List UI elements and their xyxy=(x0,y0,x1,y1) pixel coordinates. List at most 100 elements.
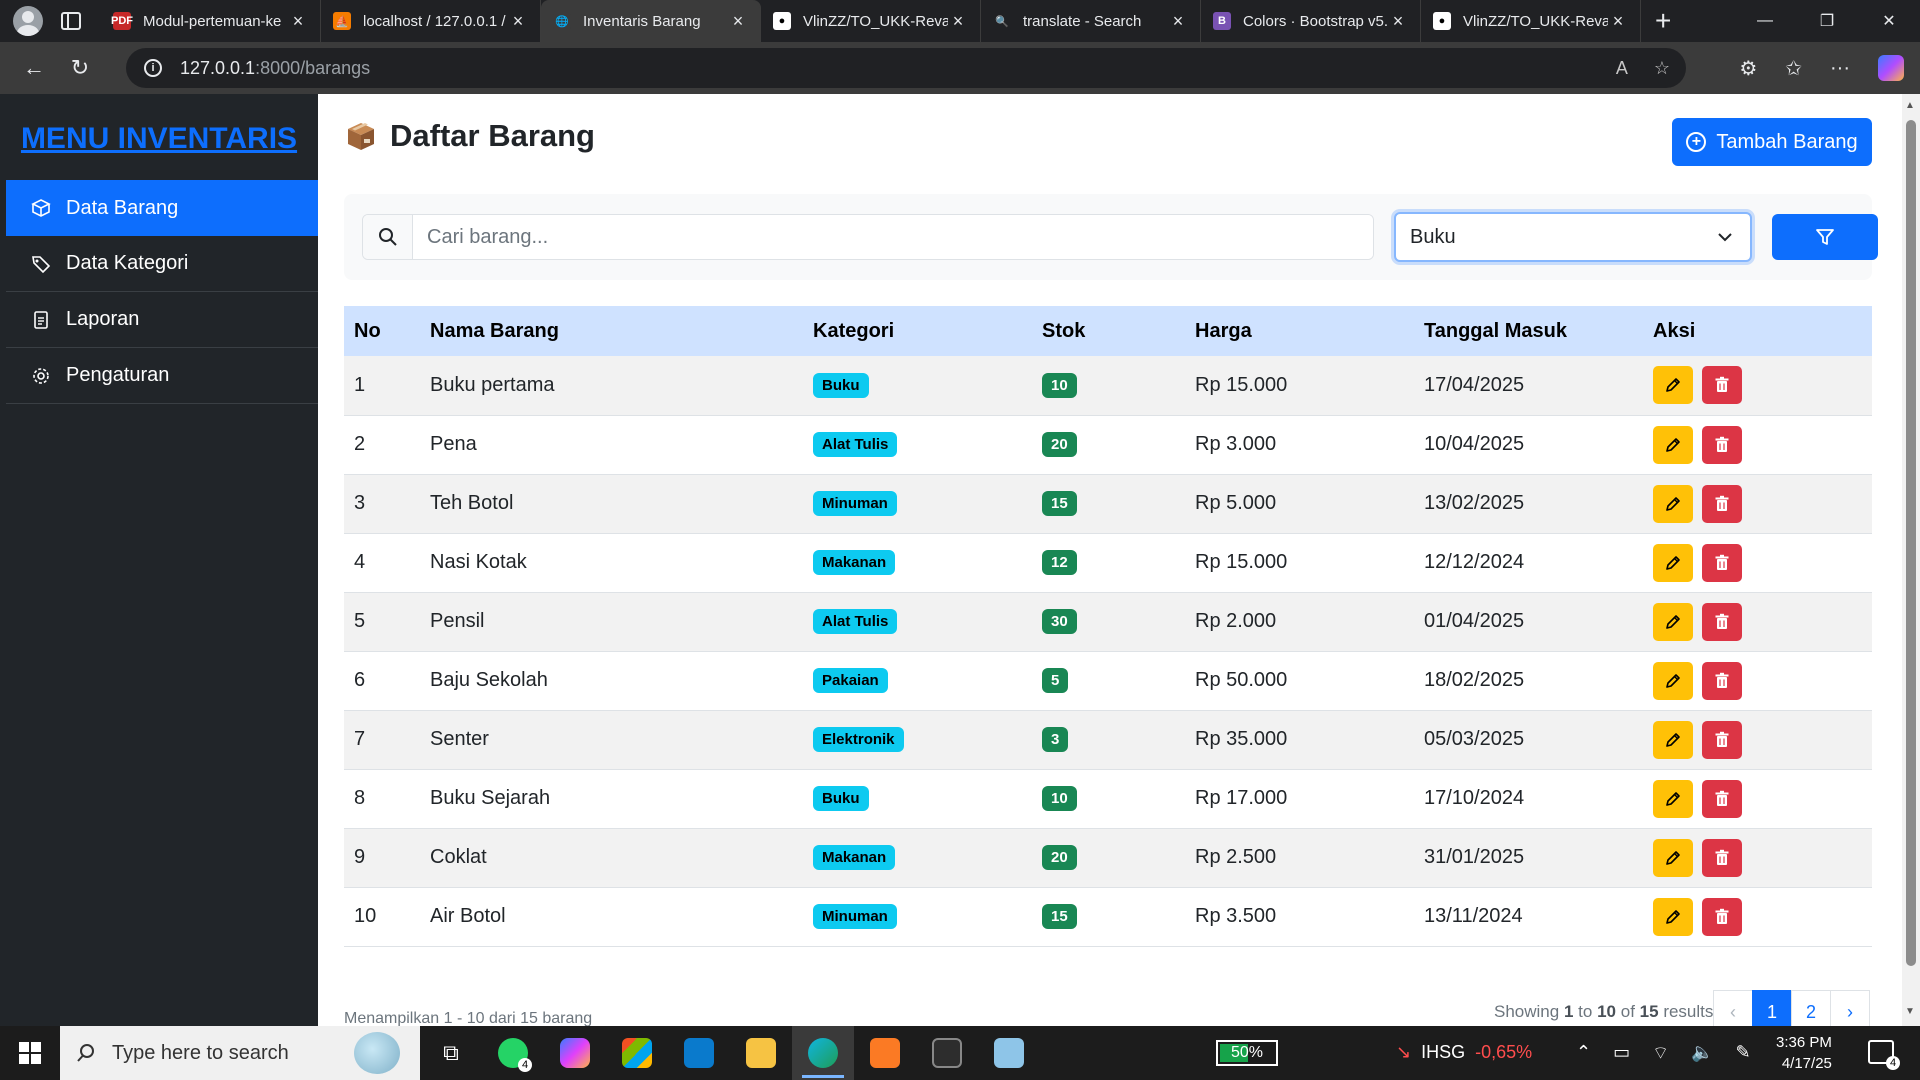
edit-button[interactable] xyxy=(1653,720,1693,759)
delete-button[interactable] xyxy=(1702,838,1742,877)
microsoft-store-icon[interactable] xyxy=(606,1026,668,1080)
battery-tray-icon[interactable]: ▭ xyxy=(1613,1042,1630,1065)
browser-tab[interactable]: B Colors · Bootstrap v5. × xyxy=(1201,0,1421,42)
search-highlight-icon[interactable] xyxy=(354,1032,400,1074)
minimize-icon[interactable]: — xyxy=(1734,0,1796,42)
filter-button[interactable] xyxy=(1772,214,1878,260)
browser-tab[interactable]: 🔍 translate - Search × xyxy=(981,0,1201,42)
read-aloud-icon[interactable]: A xyxy=(1616,58,1628,79)
maximize-icon[interactable]: ❐ xyxy=(1796,0,1858,42)
delete-button[interactable] xyxy=(1702,661,1742,700)
trash-icon xyxy=(1714,849,1730,867)
edit-button[interactable] xyxy=(1653,838,1693,877)
previous-page-button[interactable]: ‹ xyxy=(1713,990,1753,1026)
edit-button[interactable] xyxy=(1653,366,1693,405)
category-badge: Alat Tulis xyxy=(813,432,898,457)
table-row: 2 Pena Alat Tulis 20 Rp 3.000 10/04/2025 xyxy=(344,415,1872,475)
tab-close-icon[interactable]: × xyxy=(728,11,748,32)
edit-button[interactable] xyxy=(1653,779,1693,818)
notifications-icon[interactable]: 4 xyxy=(1868,1040,1900,1070)
cell-aksi xyxy=(1643,415,1872,475)
category-select[interactable]: Buku xyxy=(1394,212,1752,262)
back-arrow-icon[interactable]: ← xyxy=(14,48,54,88)
sidebar-item-laporan[interactable]: Laporan xyxy=(6,292,318,348)
more-options-icon[interactable]: ··· xyxy=(1830,57,1850,80)
chevron-up-icon[interactable]: ⌃ xyxy=(1576,1042,1591,1065)
new-tab-icon[interactable]: + xyxy=(1655,7,1671,35)
page-1-button[interactable]: 1 xyxy=(1752,990,1792,1026)
close-window-icon[interactable]: ✕ xyxy=(1858,0,1920,42)
sidebar-item-data-kategori[interactable]: Data Kategori xyxy=(6,236,318,292)
windows-start-icon[interactable] xyxy=(0,1026,60,1080)
address-bar[interactable]: i 127.0.0.1:8000/barangs A ☆ xyxy=(126,48,1686,88)
table-row: 10 Air Botol Minuman 15 Rp 3.500 13/11/2024 xyxy=(344,887,1872,947)
sidebar-item-data-barang[interactable]: Data Barang xyxy=(6,180,318,236)
stock-widget[interactable]: ↘ IHSG -0,65% xyxy=(1396,1042,1532,1063)
favorites-icon[interactable]: ✩ xyxy=(1785,56,1802,81)
wifi-icon[interactable]: ⌔ xyxy=(1652,1042,1669,1065)
xampp-icon[interactable] xyxy=(854,1026,916,1080)
tab-close-icon[interactable]: × xyxy=(1388,11,1408,32)
scrollbar-thumb[interactable] xyxy=(1906,120,1916,966)
cell-aksi xyxy=(1643,710,1872,770)
next-page-button[interactable]: › xyxy=(1830,990,1870,1026)
delete-button[interactable] xyxy=(1702,484,1742,523)
tab-close-icon[interactable]: × xyxy=(948,11,968,32)
edit-button[interactable] xyxy=(1653,602,1693,641)
task-view-icon[interactable]: ⧉ xyxy=(420,1026,482,1080)
clock[interactable]: 3:36 PM 4/17/25 xyxy=(1776,1032,1832,1074)
sidebar-item-pengaturan[interactable]: Pengaturan xyxy=(6,348,318,404)
stock-badge: 15 xyxy=(1042,491,1077,516)
page-2-button[interactable]: 2 xyxy=(1791,990,1831,1026)
tab-actions-icon[interactable] xyxy=(61,12,81,30)
favorite-star-icon[interactable]: ☆ xyxy=(1654,58,1670,79)
search-input[interactable] xyxy=(413,215,1373,259)
browser-tab[interactable]: ⛵ localhost / 127.0.0.1 /× xyxy=(321,0,541,42)
whatsapp-icon[interactable]: 4 xyxy=(482,1026,544,1080)
volume-icon[interactable]: 🔈 xyxy=(1691,1042,1713,1065)
delete-button[interactable] xyxy=(1702,602,1742,641)
notes-app-icon[interactable] xyxy=(978,1026,1040,1080)
delete-button[interactable] xyxy=(1702,897,1742,936)
taskbar-search[interactable]: Type here to search xyxy=(60,1026,420,1080)
delete-button[interactable] xyxy=(1702,720,1742,759)
terminal-icon[interactable] xyxy=(916,1026,978,1080)
pen-icon[interactable]: ✎ xyxy=(1735,1042,1750,1065)
edit-button[interactable] xyxy=(1653,661,1693,700)
cell-harga: Rp 3.500 xyxy=(1185,887,1414,947)
delete-button[interactable] xyxy=(1702,543,1742,582)
scroll-up-icon[interactable]: ▲ xyxy=(1905,100,1915,111)
site-info-icon[interactable]: i xyxy=(144,59,162,77)
vscode-icon[interactable] xyxy=(668,1026,730,1080)
tab-close-icon[interactable]: × xyxy=(1608,11,1628,32)
tab-close-icon[interactable]: × xyxy=(508,11,528,32)
copilot-app-icon[interactable] xyxy=(544,1026,606,1080)
file-explorer-icon[interactable] xyxy=(730,1026,792,1080)
tab-close-icon[interactable]: × xyxy=(288,11,308,32)
profile-avatar-icon[interactable] xyxy=(13,6,43,36)
edit-button[interactable] xyxy=(1653,484,1693,523)
sidebar-brand-link[interactable]: MENU INVENTARIS xyxy=(0,122,318,156)
copilot-icon[interactable] xyxy=(1878,55,1904,81)
refresh-icon[interactable]: ↻ xyxy=(60,48,100,88)
browser-tab[interactable]: 🌐 Inventaris Barang × xyxy=(541,0,761,42)
delete-button[interactable] xyxy=(1702,366,1742,405)
extensions-icon[interactable]: ⚙ xyxy=(1739,56,1757,81)
add-item-button[interactable]: + Tambah Barang xyxy=(1672,118,1872,166)
browser-tab[interactable]: ● VlinZZ/TO_UKK-Revali × xyxy=(1421,0,1641,42)
edit-button[interactable] xyxy=(1653,543,1693,582)
stock-badge: 10 xyxy=(1042,786,1077,811)
scroll-down-icon[interactable]: ▼ xyxy=(1905,1006,1915,1017)
edit-button[interactable] xyxy=(1653,897,1693,936)
cell-no: 5 xyxy=(344,592,420,652)
cell-stok: 15 xyxy=(1032,474,1185,534)
browser-tab[interactable]: PDF Modul-pertemuan-ke × xyxy=(101,0,321,42)
delete-button[interactable] xyxy=(1702,779,1742,818)
browser-tab[interactable]: ● VlinZZ/TO_UKK-Revali × xyxy=(761,0,981,42)
delete-button[interactable] xyxy=(1702,425,1742,464)
tab-close-icon[interactable]: × xyxy=(1168,11,1188,32)
edit-button[interactable] xyxy=(1653,425,1693,464)
battery-indicator[interactable]: 50% xyxy=(1216,1040,1278,1066)
page-scrollbar[interactable]: ▲ ▼ xyxy=(1902,94,1920,1026)
edge-browser-icon[interactable] xyxy=(792,1026,854,1080)
